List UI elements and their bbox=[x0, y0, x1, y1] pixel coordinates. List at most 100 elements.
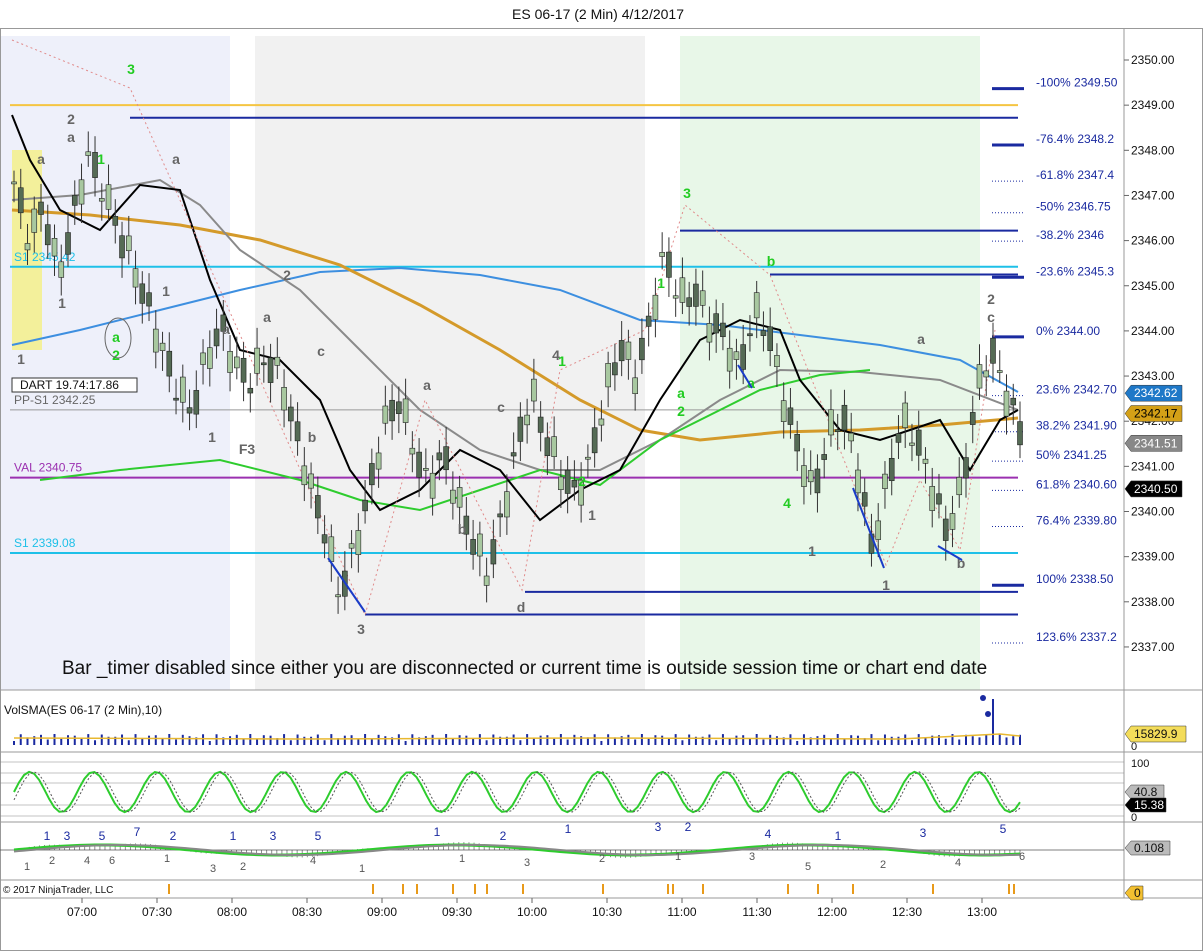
macd-wave-label: 6 bbox=[1019, 851, 1025, 863]
candle-body bbox=[564, 469, 571, 494]
price-tick-label: 2343.00 bbox=[1131, 369, 1175, 383]
macd-wave-label: 5 bbox=[315, 829, 322, 843]
macd-wave-label: 1 bbox=[24, 861, 30, 873]
macd-wave-label: 4 bbox=[310, 855, 316, 867]
trade-mark bbox=[702, 884, 704, 894]
wave-label: 1 bbox=[58, 295, 66, 311]
candle-body bbox=[24, 243, 31, 251]
candle-body bbox=[544, 437, 551, 456]
candle-body bbox=[308, 473, 314, 489]
candle-body bbox=[841, 404, 848, 431]
macd-wave-label: 2 bbox=[880, 859, 886, 871]
macd-wave-label: 4 bbox=[765, 827, 772, 841]
candle-body bbox=[78, 179, 85, 205]
candle-body bbox=[936, 493, 942, 505]
candle-body bbox=[895, 433, 902, 443]
price-tick-label: 2339.00 bbox=[1131, 550, 1175, 564]
macd-wave-label: 7 bbox=[134, 825, 141, 839]
candle-body bbox=[855, 469, 861, 494]
candle-body bbox=[645, 315, 652, 327]
fib-label: 23.6% 2342.70 bbox=[1036, 383, 1117, 397]
fib-label: 0% 2344.00 bbox=[1036, 324, 1100, 338]
price-tick-label: 2347.00 bbox=[1131, 188, 1175, 202]
candle-body bbox=[423, 468, 429, 471]
volume-zero-label: 0 bbox=[1131, 741, 1137, 753]
fib-label: 123.6% 2337.2 bbox=[1036, 630, 1117, 644]
macd-marker-text: 0.108 bbox=[1134, 841, 1164, 855]
candle-body bbox=[713, 313, 719, 334]
dart-label: DART 19.74:17.86 bbox=[20, 378, 119, 392]
trade-mark bbox=[672, 884, 674, 894]
candle-body bbox=[396, 401, 402, 414]
wave-label: 1 bbox=[588, 507, 596, 523]
macd-wave-label: 5 bbox=[1000, 822, 1007, 836]
macd-wave-label: 4 bbox=[955, 857, 961, 869]
candle-body bbox=[585, 456, 591, 460]
price-marker-text: 2341.51 bbox=[1134, 436, 1178, 450]
trade-mark bbox=[787, 884, 789, 894]
volume-marker-text: 15829.9 bbox=[1134, 727, 1178, 741]
candle-body bbox=[767, 326, 773, 351]
wave-label: a bbox=[222, 321, 230, 337]
wave-label: a bbox=[112, 329, 120, 345]
volume-dot bbox=[985, 711, 991, 717]
macd-wave-label: 3 bbox=[64, 829, 71, 843]
candle-body bbox=[949, 513, 956, 530]
fib-label: 50% 2341.25 bbox=[1036, 448, 1107, 462]
candle-body bbox=[699, 290, 706, 306]
price-tick-label: 2340.00 bbox=[1131, 505, 1175, 519]
wave-label: 1 bbox=[97, 151, 105, 167]
macd-wave-label: 3 bbox=[210, 863, 216, 875]
wave-label: a bbox=[263, 309, 271, 325]
stoch-marker-text: 40.8 bbox=[1134, 785, 1158, 799]
candle-body bbox=[44, 224, 51, 246]
wave-label: 1 bbox=[17, 351, 25, 367]
macd-wave-label: 3 bbox=[524, 857, 530, 869]
macd-wave-label: 5 bbox=[805, 861, 811, 873]
session-shade-early bbox=[1, 36, 230, 690]
candle-body bbox=[193, 390, 200, 415]
macd-wave-label: 1 bbox=[164, 853, 170, 865]
price-tick-label: 2337.00 bbox=[1131, 640, 1175, 654]
candle-body bbox=[551, 436, 557, 457]
price-chart[interactable]: ES 06-17 (2 Min) 4/12/2017 S1 2345.42PP-… bbox=[0, 0, 1203, 952]
candle-body bbox=[315, 495, 321, 519]
candle-body bbox=[780, 400, 787, 422]
macd-wave-label: 3 bbox=[270, 829, 277, 843]
candle-body bbox=[213, 328, 220, 347]
macd-wave-label: 1 bbox=[359, 863, 365, 875]
wave-label: F3 bbox=[239, 441, 256, 457]
candle-body bbox=[227, 351, 233, 373]
trade-mark bbox=[852, 884, 854, 894]
candle-body bbox=[996, 370, 1003, 373]
price-tick-label: 2346.00 bbox=[1131, 234, 1175, 248]
level-label: PP-S1 2342.25 bbox=[14, 393, 96, 407]
price-tick-label: 2341.00 bbox=[1131, 459, 1175, 473]
time-tick-label: 09:30 bbox=[442, 905, 472, 919]
macd-wave-label: 3 bbox=[655, 820, 662, 834]
time-tick-label: 07:00 bbox=[67, 905, 97, 919]
candle-body bbox=[335, 594, 341, 598]
macd-wave-label: 2 bbox=[500, 829, 507, 843]
candle-body bbox=[85, 151, 92, 156]
level-label: VAL 2340.75 bbox=[14, 461, 82, 475]
wave-label: 3 bbox=[357, 621, 365, 637]
candle-body bbox=[1017, 421, 1023, 446]
trade-mark bbox=[372, 884, 374, 894]
candle-body bbox=[537, 416, 544, 433]
wave-label: 1 bbox=[657, 275, 665, 291]
trade-mark bbox=[667, 884, 669, 894]
trade-mark bbox=[932, 884, 934, 894]
candle-body bbox=[618, 340, 625, 362]
candle-body bbox=[152, 328, 159, 353]
candle-body bbox=[747, 333, 753, 337]
candle-body bbox=[17, 187, 24, 214]
candle-body bbox=[942, 518, 949, 541]
trade-mark bbox=[602, 884, 604, 894]
candle-body bbox=[274, 356, 281, 366]
trade-mark bbox=[1013, 884, 1015, 894]
trade-mark bbox=[486, 884, 488, 894]
price-tick-label: 2348.00 bbox=[1131, 143, 1175, 157]
candle-body bbox=[740, 344, 746, 370]
wave-label: a bbox=[423, 377, 431, 393]
